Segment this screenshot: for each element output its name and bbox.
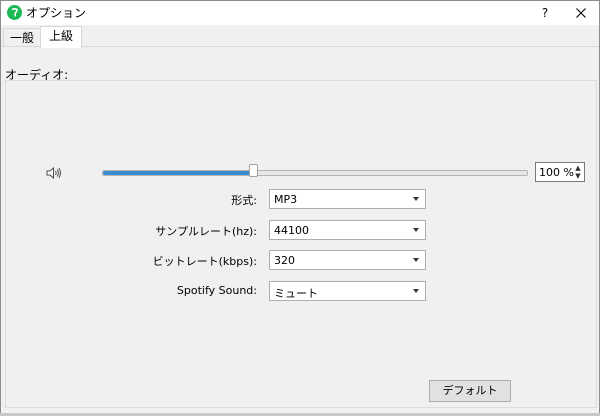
- spotify-sound-value: ミュート: [274, 287, 318, 300]
- window-title: オプション: [26, 6, 87, 20]
- tab-advanced[interactable]: 上級: [40, 26, 82, 48]
- tab-general[interactable]: 一般: [3, 28, 41, 47]
- volume-spinbox[interactable]: 100 % ▲ ▼: [535, 162, 585, 182]
- format-label: 形式:: [231, 194, 257, 207]
- spin-up-icon[interactable]: ▲: [573, 164, 583, 172]
- chevron-down-icon: [413, 228, 419, 232]
- tab-bar: 一般 上級: [1, 25, 599, 48]
- audio-group: [5, 80, 597, 408]
- bitrate-select[interactable]: 320: [269, 250, 426, 270]
- options-window: オプション ? 一般 上級 オーディオ: 100 % ▲ ▼ 形式: MP3 サ…: [0, 0, 600, 416]
- bitrate-label: ビットレート(kbps):: [152, 255, 257, 268]
- spotify-sound-label: Spotify Sound:: [176, 284, 257, 297]
- default-button[interactable]: デフォルト: [429, 380, 511, 402]
- sample-rate-label: サンプルレート(hz):: [155, 225, 257, 238]
- volume-value: 100 %: [539, 166, 574, 179]
- format-select[interactable]: MP3: [269, 189, 426, 209]
- spin-down-icon[interactable]: ▼: [573, 172, 583, 180]
- close-button[interactable]: [565, 1, 597, 25]
- app-logo-icon: [7, 5, 22, 20]
- volume-slider-fill: [103, 171, 254, 175]
- help-button[interactable]: ?: [529, 1, 561, 25]
- sample-rate-select[interactable]: 44100: [269, 220, 426, 240]
- sample-rate-value: 44100: [274, 224, 309, 237]
- volume-slider-thumb[interactable]: [249, 164, 258, 177]
- chevron-down-icon: [413, 197, 419, 201]
- chevron-down-icon: [413, 289, 419, 293]
- title-bar: オプション ?: [1, 1, 599, 25]
- advanced-page: オーディオ: 100 % ▲ ▼ 形式: MP3 サンプルレート(hz): 44…: [1, 47, 599, 415]
- speaker-icon: [46, 166, 62, 180]
- close-icon: [576, 8, 586, 18]
- volume-slider[interactable]: [102, 170, 528, 176]
- chevron-down-icon: [413, 258, 419, 262]
- format-value: MP3: [274, 193, 298, 206]
- bitrate-value: 320: [274, 254, 295, 267]
- spotify-sound-select[interactable]: ミュート: [269, 281, 426, 301]
